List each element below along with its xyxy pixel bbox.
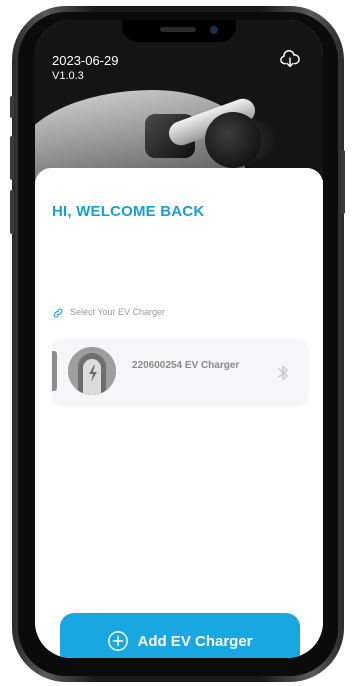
version-label: V1.0.3 bbox=[52, 70, 84, 82]
card-accent-strip bbox=[52, 351, 57, 391]
select-charger-label: Select Your EV Charger bbox=[70, 307, 166, 317]
welcome-title: HI, WELCOME BACK bbox=[52, 203, 205, 220]
add-ev-charger-button[interactable]: Add EV Charger bbox=[60, 613, 300, 658]
phone-notch bbox=[122, 20, 236, 42]
charger-name: 220600254 EV Charger bbox=[132, 360, 240, 371]
speaker-grille bbox=[160, 27, 196, 32]
phone-volume-down bbox=[10, 190, 14, 234]
bluetooth-icon bbox=[277, 364, 289, 382]
app-screen: 2023-06-29 V1.0.3 HI, WELCOME BACK Selec… bbox=[35, 20, 323, 658]
date-label: 2023-06-29 bbox=[52, 53, 119, 68]
plus-circle-icon bbox=[107, 630, 129, 652]
front-camera bbox=[210, 26, 218, 34]
phone-power-button bbox=[341, 150, 345, 214]
phone-volume-up bbox=[10, 136, 14, 180]
charger-list-item[interactable]: 220600254 EV Charger bbox=[52, 339, 308, 405]
link-icon bbox=[52, 306, 64, 318]
phone-mute-switch bbox=[10, 96, 14, 118]
select-charger-header: Select Your EV Charger bbox=[52, 306, 165, 318]
main-panel: HI, WELCOME BACK Select Your EV Charger bbox=[35, 168, 323, 658]
cloud-download-icon[interactable] bbox=[279, 48, 301, 70]
charging-plug-head-image bbox=[205, 112, 261, 168]
ev-charger-icon bbox=[68, 347, 116, 395]
hero-banner: 2023-06-29 V1.0.3 bbox=[35, 20, 323, 210]
add-ev-charger-label: Add EV Charger bbox=[137, 632, 253, 650]
